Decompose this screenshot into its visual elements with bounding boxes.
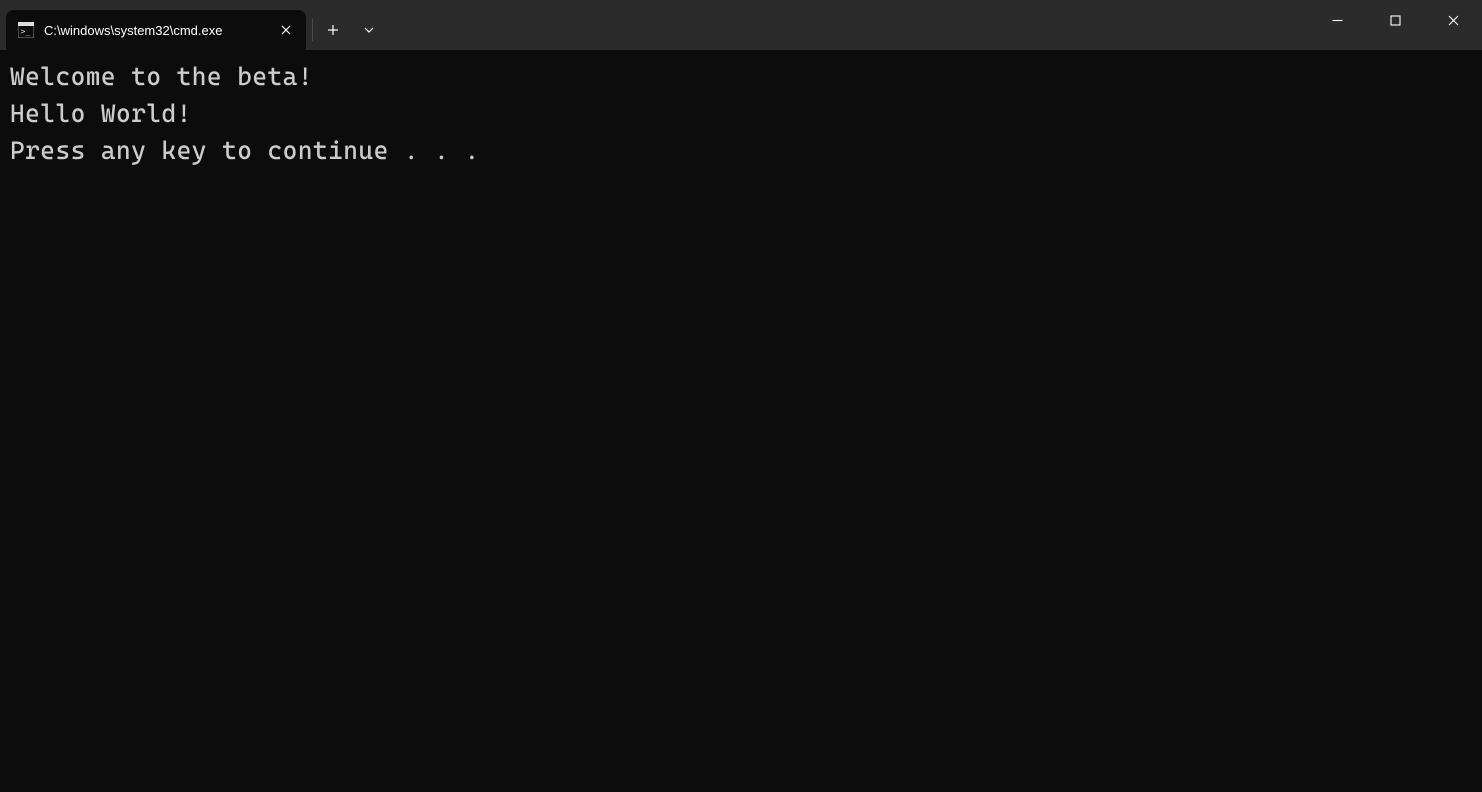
new-tab-button[interactable] — [315, 10, 351, 50]
tab-close-button[interactable] — [276, 20, 296, 40]
close-window-button[interactable] — [1424, 0, 1482, 40]
maximize-icon — [1390, 15, 1401, 26]
minimize-icon — [1332, 15, 1343, 26]
titlebar: >_ C:\windows\system32\cmd.exe — [0, 0, 1482, 50]
maximize-button[interactable] — [1366, 0, 1424, 40]
tab-dropdown-button[interactable] — [351, 10, 387, 50]
svg-text:>_: >_ — [21, 27, 31, 36]
plus-icon — [327, 24, 339, 36]
terminal-line: Press any key to continue . . . — [10, 136, 480, 165]
tab-active[interactable]: >_ C:\windows\system32\cmd.exe — [6, 10, 306, 50]
window-controls — [1308, 0, 1482, 50]
tab-divider — [312, 19, 313, 41]
chevron-down-icon — [363, 24, 375, 36]
terminal-window: >_ C:\windows\system32\cmd.exe — [0, 0, 1482, 792]
tabs-row: >_ C:\windows\system32\cmd.exe — [0, 0, 387, 50]
cmd-icon: >_ — [18, 22, 34, 38]
terminal-line: Welcome to the beta! — [10, 62, 313, 91]
close-icon — [281, 25, 291, 35]
terminal-line: Hello World! — [10, 99, 192, 128]
close-icon — [1448, 15, 1459, 26]
tab-title: C:\windows\system32\cmd.exe — [44, 23, 270, 38]
terminal-output[interactable]: Welcome to the beta! Hello World! Press … — [0, 50, 1482, 792]
minimize-button[interactable] — [1308, 0, 1366, 40]
